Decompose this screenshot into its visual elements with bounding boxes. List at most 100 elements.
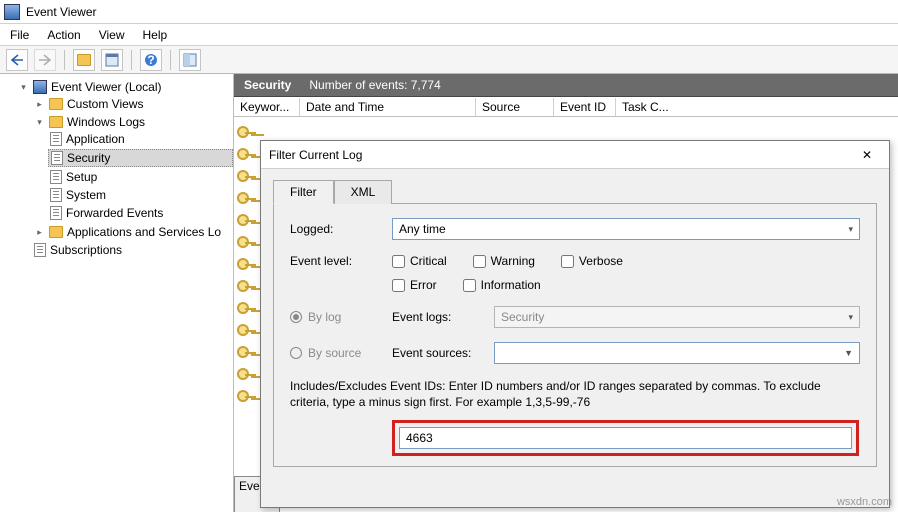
- close-button[interactable]: ✕: [853, 144, 881, 166]
- checkbox[interactable]: [463, 279, 476, 292]
- tree-label: Forwarded Events: [66, 206, 163, 220]
- col-source[interactable]: Source: [476, 98, 554, 116]
- radio-bysource[interactable]: By source: [290, 346, 382, 360]
- check-error[interactable]: Error: [392, 278, 437, 292]
- section-header: Security Number of events: 7,774: [234, 74, 898, 97]
- dialog-titlebar: Filter Current Log ✕: [261, 141, 889, 169]
- col-eventid[interactable]: Event ID: [554, 98, 616, 116]
- tab-filter[interactable]: Filter: [273, 180, 334, 204]
- key-icon[interactable]: [238, 256, 256, 274]
- column-headers: Keywor... Date and Time Source Event ID …: [234, 97, 898, 117]
- eventviewer-icon: [33, 80, 47, 94]
- tree-forwarded[interactable]: Forwarded Events: [48, 205, 233, 221]
- folder-icon: [49, 116, 63, 128]
- event-id-input[interactable]: [399, 427, 852, 449]
- key-icon[interactable]: [238, 322, 256, 340]
- filter-dialog: Filter Current Log ✕ Filter XML Logged: …: [260, 140, 890, 508]
- key-icon[interactable]: [238, 190, 256, 208]
- folder-icon: [77, 54, 91, 66]
- tree-label: Subscriptions: [50, 243, 122, 257]
- key-icon[interactable]: [238, 212, 256, 230]
- key-icon[interactable]: [238, 124, 256, 142]
- dialog-tabs: Filter XML: [273, 179, 877, 203]
- tree-system[interactable]: System: [48, 187, 233, 203]
- key-icon[interactable]: [238, 366, 256, 384]
- tree-windows-logs[interactable]: ▾ Windows Logs: [32, 114, 233, 130]
- tree-setup[interactable]: Setup: [48, 169, 233, 185]
- toolbar-separator: [131, 50, 132, 70]
- tree-label: Custom Views: [67, 97, 143, 111]
- tree-label: Windows Logs: [67, 115, 145, 129]
- key-icon[interactable]: [238, 234, 256, 252]
- key-icon[interactable]: [238, 278, 256, 296]
- logged-combo[interactable]: Any time ▾: [392, 218, 860, 240]
- expand-icon[interactable]: ▸: [34, 99, 45, 110]
- check-warning[interactable]: Warning: [473, 254, 535, 268]
- expand-icon[interactable]: ▸: [34, 227, 45, 238]
- key-icon[interactable]: [238, 168, 256, 186]
- col-datetime[interactable]: Date and Time: [300, 98, 476, 116]
- event-list: [234, 120, 262, 472]
- toolbar: ?: [0, 46, 898, 74]
- tree-label: Application: [66, 132, 125, 146]
- folder-icon: [49, 226, 63, 238]
- collapse-icon[interactable]: ▾: [34, 117, 45, 128]
- id-help-text: Includes/Excludes Event IDs: Enter ID nu…: [290, 378, 860, 410]
- tree-apps-services[interactable]: ▸Applications and Services Lo: [32, 224, 233, 240]
- eventlogs-label: Event logs:: [392, 310, 484, 324]
- chevron-down-icon: ▾: [848, 312, 853, 323]
- folder-button[interactable]: [73, 49, 95, 71]
- help-icon: ?: [144, 53, 158, 67]
- toolbar-separator: [64, 50, 65, 70]
- menu-action[interactable]: Action: [47, 28, 80, 42]
- key-icon[interactable]: [238, 388, 256, 406]
- window-title: Event Viewer: [26, 5, 96, 19]
- properties-button[interactable]: [101, 49, 123, 71]
- eventsources-combo[interactable]: ▼: [494, 342, 860, 364]
- radio-icon: [290, 347, 302, 359]
- check-verbose[interactable]: Verbose: [561, 254, 623, 268]
- titlebar: Event Viewer: [0, 0, 898, 24]
- log-icon: [51, 151, 63, 165]
- col-keywords[interactable]: Keywor...: [234, 98, 300, 116]
- menu-help[interactable]: Help: [143, 28, 168, 42]
- tree-custom-views[interactable]: ▸ Custom Views: [32, 96, 233, 112]
- eventlevel-label: Event level:: [290, 254, 382, 268]
- check-critical[interactable]: Critical: [392, 254, 447, 268]
- radio-bylog[interactable]: By log: [290, 310, 382, 324]
- key-icon[interactable]: [238, 300, 256, 318]
- help-button[interactable]: ?: [140, 49, 162, 71]
- menu-file[interactable]: File: [10, 28, 29, 42]
- back-button[interactable]: [6, 49, 28, 71]
- tree-root[interactable]: ▾ Event Viewer (Local): [16, 79, 233, 95]
- forward-button[interactable]: [34, 49, 56, 71]
- checkbox[interactable]: [561, 255, 574, 268]
- close-icon: ✕: [862, 148, 872, 162]
- check-information[interactable]: Information: [463, 278, 541, 292]
- menubar: File Action View Help: [0, 24, 898, 46]
- tree-application[interactable]: Application: [48, 131, 233, 147]
- key-icon[interactable]: [238, 344, 256, 362]
- tree-security[interactable]: Security: [48, 149, 233, 167]
- events-count: Number of events: 7,774: [309, 78, 440, 92]
- tab-xml[interactable]: XML: [334, 180, 393, 204]
- dialog-title: Filter Current Log: [269, 148, 362, 162]
- tree-subscriptions[interactable]: Subscriptions: [32, 242, 233, 258]
- key-icon[interactable]: [238, 146, 256, 164]
- checkbox[interactable]: [392, 255, 405, 268]
- checkbox[interactable]: [392, 279, 405, 292]
- tree-label: Setup: [66, 170, 97, 184]
- eventsources-label: Event sources:: [392, 346, 484, 360]
- folder-icon: [49, 98, 63, 110]
- refresh-button[interactable]: [179, 49, 201, 71]
- eventlogs-combo: Security ▾: [494, 306, 860, 328]
- checkbox[interactable]: [473, 255, 486, 268]
- toolbar-separator: [170, 50, 171, 70]
- tab-page-filter: Logged: Any time ▾ Event level: Critical…: [273, 203, 877, 467]
- collapse-icon[interactable]: ▾: [18, 82, 29, 93]
- col-taskc[interactable]: Task C...: [616, 98, 686, 116]
- tree-root-label: Event Viewer (Local): [51, 80, 162, 94]
- logged-value: Any time: [399, 222, 446, 236]
- panel-icon: [105, 53, 119, 67]
- menu-view[interactable]: View: [99, 28, 125, 42]
